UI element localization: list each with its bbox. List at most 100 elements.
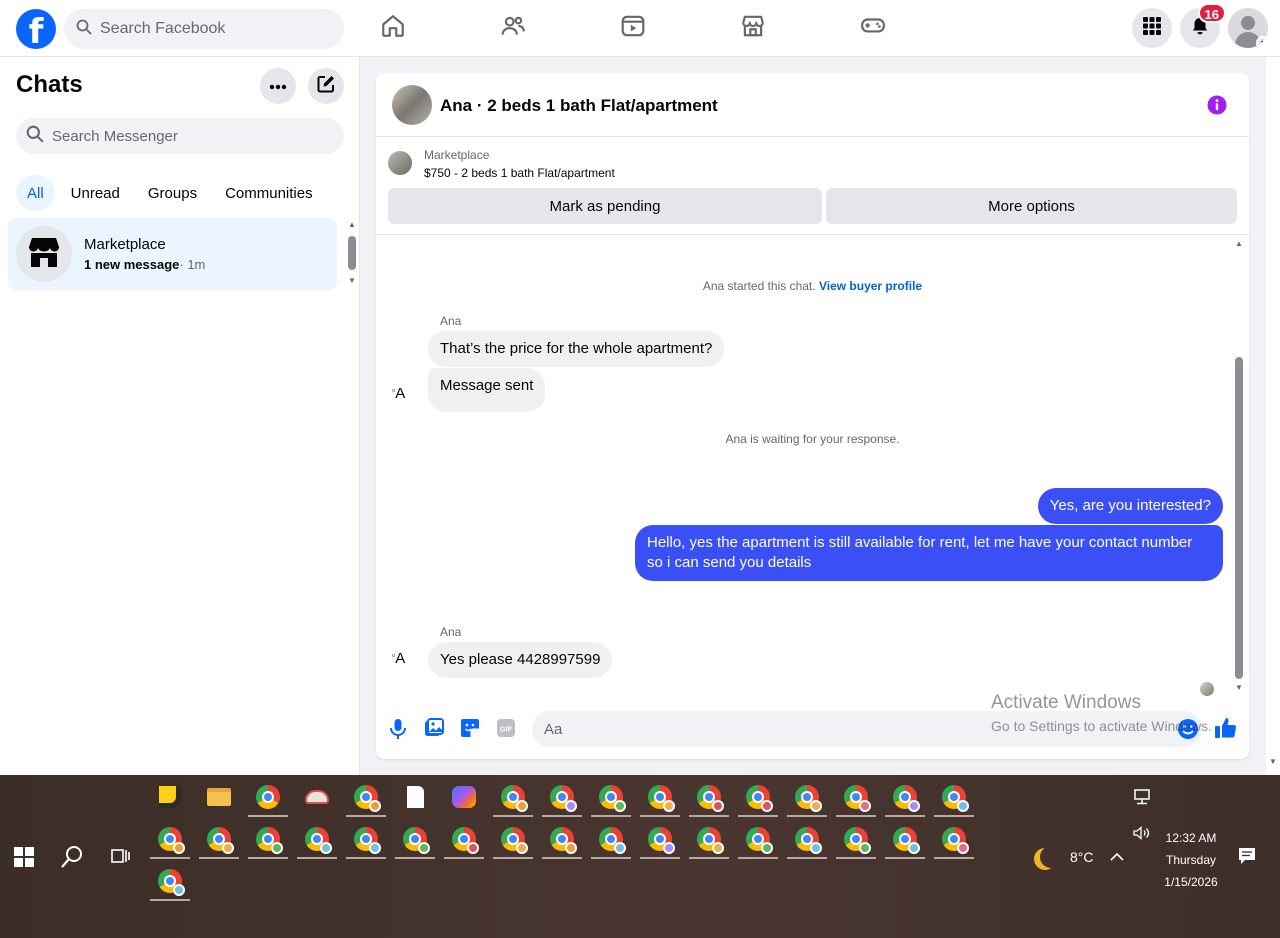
- nav-marketplace[interactable]: [693, 0, 813, 57]
- send-like-button[interactable]: [1214, 716, 1238, 745]
- chrome-window[interactable]: [248, 819, 288, 859]
- notepad-app[interactable]: [395, 777, 435, 817]
- snipping-tool-app[interactable]: [297, 777, 337, 817]
- scrollbar-thumb[interactable]: [348, 236, 356, 270]
- chrome-window[interactable]: [542, 777, 582, 817]
- chrome-window[interactable]: [738, 777, 778, 817]
- chrome-window[interactable]: [493, 777, 533, 817]
- scroll-down-arrow-icon[interactable]: ▼: [1235, 683, 1243, 692]
- notification-center-icon[interactable]: [1238, 847, 1256, 870]
- chrome-window[interactable]: [346, 777, 386, 817]
- chevron-up-icon[interactable]: [1110, 849, 1124, 867]
- chrome-window[interactable]: [493, 819, 533, 859]
- chrome-window[interactable]: [738, 819, 778, 859]
- friends-icon: [500, 13, 526, 44]
- scrollbar-thumb[interactable]: [1235, 357, 1243, 679]
- chrome-window[interactable]: [787, 777, 827, 817]
- scroll-up-arrow-icon[interactable]: ▲: [348, 220, 356, 229]
- chrome-window[interactable]: [836, 777, 876, 817]
- incoming-message[interactable]: Message sent: [428, 368, 546, 412]
- chrome-window[interactable]: [885, 777, 925, 817]
- chrome-profile-icon: [599, 827, 626, 854]
- conversation-info-button[interactable]: [1207, 95, 1227, 120]
- incoming-message[interactable]: That’s the price for the whole apartment…: [428, 331, 725, 367]
- windows-start-button[interactable]: [14, 847, 34, 872]
- nav-video[interactable]: [573, 0, 693, 57]
- weather-widget[interactable]: 8°C: [1034, 846, 1094, 868]
- thread-scrollbar[interactable]: ▲ ▼: [1232, 239, 1246, 692]
- chrome-window[interactable]: [297, 819, 337, 859]
- voice-clip-button[interactable]: [388, 718, 408, 745]
- conversation-title[interactable]: Ana · 2 beds 1 bath Flat/apartment: [440, 96, 718, 116]
- chat-list-item[interactable]: Marketplace 1 new message· 1m: [8, 218, 337, 290]
- attach-media-button[interactable]: [424, 718, 444, 743]
- scroll-down-arrow-icon[interactable]: ▼: [348, 276, 356, 285]
- chrome-window[interactable]: [591, 777, 631, 817]
- chrome-window[interactable]: [444, 819, 484, 859]
- chrome-window[interactable]: [689, 819, 729, 859]
- taskbar-search-button[interactable]: [60, 845, 84, 874]
- message-input-box[interactable]: [532, 711, 1202, 747]
- chat-list-scrollbar[interactable]: ▲ ▼: [346, 220, 358, 288]
- emoji-button[interactable]: [1177, 718, 1199, 745]
- messenger-search-input[interactable]: [52, 127, 344, 145]
- filter-tab-all[interactable]: All: [16, 175, 55, 211]
- mark-as-pending-button[interactable]: Mark as pending: [388, 188, 822, 224]
- scroll-up-arrow-icon[interactable]: ▲: [1235, 239, 1243, 248]
- chrome-window[interactable]: [885, 819, 925, 859]
- chrome-window[interactable]: [934, 777, 974, 817]
- chrome-window[interactable]: [591, 819, 631, 859]
- chrome-window[interactable]: [395, 819, 435, 859]
- sticker-button[interactable]: [460, 718, 480, 743]
- messenger-search-box[interactable]: [16, 118, 344, 154]
- chrome-window[interactable]: [787, 819, 827, 859]
- chrome-window[interactable]: [199, 819, 239, 859]
- sticky-notes-app[interactable]: [150, 777, 190, 817]
- compose-icon: [316, 74, 336, 99]
- chrome-window[interactable]: [248, 777, 288, 817]
- new-message-button[interactable]: [308, 68, 344, 104]
- chrome-window[interactable]: [836, 819, 876, 859]
- facebook-search-box[interactable]: [64, 9, 344, 49]
- windows-taskbar: 8°C 12:32 AM Thursday 1/15/2026: [0, 775, 1280, 938]
- gif-button[interactable]: GIF: [496, 718, 516, 743]
- page-scrollbar[interactable]: ▼: [1266, 57, 1280, 775]
- system-clock[interactable]: 12:32 AM Thursday 1/15/2026: [1148, 827, 1234, 893]
- account-avatar-button[interactable]: ▾: [1228, 8, 1268, 48]
- conversation-avatar[interactable]: [392, 85, 432, 125]
- chrome-window[interactable]: [640, 777, 680, 817]
- scroll-down-arrow-icon[interactable]: ▼: [1269, 757, 1277, 766]
- incoming-message[interactable]: Yes please 4428997599: [428, 642, 613, 678]
- chrome-window[interactable]: [689, 777, 729, 817]
- chrome-window[interactable]: [542, 819, 582, 859]
- listing-thumbnail[interactable]: [388, 151, 412, 175]
- chrome-window[interactable]: [346, 819, 386, 859]
- chrome-window[interactable]: [640, 819, 680, 859]
- filter-tab-groups[interactable]: Groups: [136, 175, 209, 211]
- network-icon[interactable]: [1133, 789, 1151, 810]
- nav-gaming[interactable]: [813, 0, 933, 57]
- chrome-window[interactable]: [150, 819, 190, 859]
- task-view-button[interactable]: [110, 847, 130, 870]
- notifications-button[interactable]: 16: [1180, 3, 1226, 48]
- copilot-app[interactable]: [444, 777, 484, 817]
- nav-friends[interactable]: [453, 0, 573, 57]
- chats-options-button[interactable]: [260, 68, 296, 104]
- nav-home[interactable]: [333, 0, 453, 57]
- outgoing-message[interactable]: Hello, yes the apartment is still availa…: [635, 525, 1223, 581]
- listing-price-title[interactable]: $750 - 2 beds 1 bath Flat/apartment: [424, 166, 615, 180]
- filter-tab-unread[interactable]: Unread: [59, 175, 132, 211]
- file-explorer-app[interactable]: [199, 777, 239, 817]
- chrome-window[interactable]: [934, 819, 974, 859]
- chats-sidebar: Chats All Unread Groups Communities Mark…: [0, 57, 360, 775]
- menu-button[interactable]: [1132, 8, 1172, 48]
- filter-tab-communities[interactable]: Communities: [213, 175, 325, 211]
- facebook-search-input[interactable]: [100, 20, 344, 38]
- message-input[interactable]: [544, 720, 1202, 738]
- clock-time: 12:32 AM: [1165, 831, 1217, 845]
- view-buyer-profile-link[interactable]: View buyer profile: [819, 279, 922, 293]
- outgoing-message[interactable]: Yes, are you interested?: [1037, 488, 1223, 524]
- facebook-logo[interactable]: f: [16, 9, 56, 49]
- chrome-window[interactable]: [150, 861, 190, 901]
- more-options-button[interactable]: More options: [826, 188, 1237, 224]
